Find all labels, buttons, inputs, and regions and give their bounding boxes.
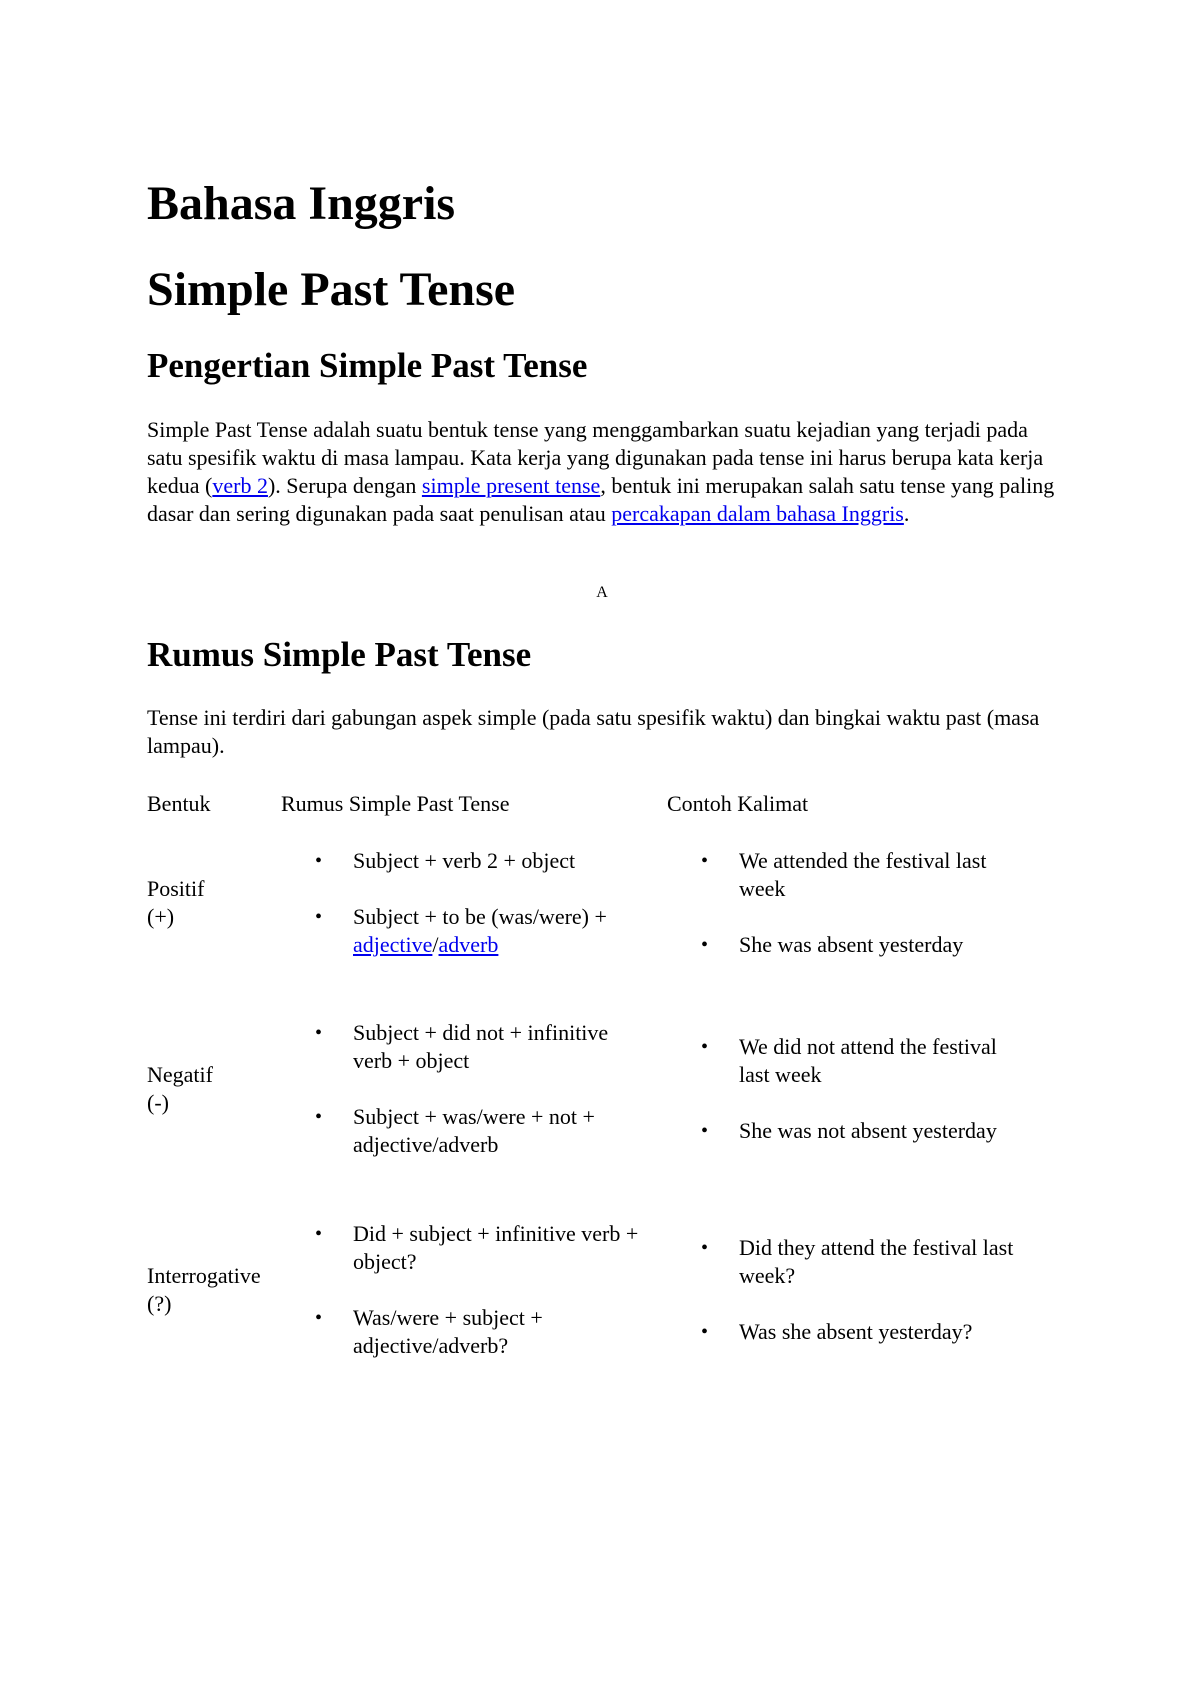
bullet-icon: • [701,1120,709,1142]
list-item: • Subject + to be (was/were) + adjective/… [313,903,643,959]
center-mark: A [596,584,608,601]
rumus-paragraph: Tense ini terdiri dari gabungan aspek si… [147,705,1040,758]
form-symbol: (-) [147,1090,169,1115]
form-name: Interrogative [147,1263,261,1288]
list-item: • Subject + was/were + not + adjective/ad… [313,1103,643,1159]
formula-list: • Subject + did not + infinitive verb + o… [313,1019,643,1159]
list-item: • Did they attend the festival last week? [699,1234,1029,1290]
form-symbol: (?) [147,1291,172,1316]
example-text: She was absent yesterday [739,932,964,957]
table-header-bentuk: Bentuk [147,791,211,816]
bullet-icon: • [315,1223,323,1245]
example-text: Was she absent yesterday? [739,1319,973,1344]
form-name: Negatif [147,1062,213,1087]
form-name: Positif [147,876,205,901]
form-label: Negatif (-) [147,1061,213,1117]
paragraph-text: . [903,501,910,526]
pengertian-paragraph: Simple Past Tense adalah suatu bentuk te… [147,416,1057,528]
list-item: • We did not attend the festival last wee… [699,1033,1029,1089]
formula-text: Was/were + subject + adjective/adverb? [353,1305,543,1358]
list-item: • She was not absent yesterday [699,1117,1029,1145]
formula-text: Did + subject + infinitive verb + object… [353,1221,639,1274]
example-text: We did not attend the festival last week [739,1034,997,1087]
formula-text: Subject + was/were + not + adjective/adv… [353,1104,595,1157]
form-symbol: (+) [147,904,175,929]
list-item: • Subject + verb 2 + object [313,847,643,875]
paragraph-text: ). Serupa dengan [267,473,422,498]
document-subtitle: Simple Past Tense [147,263,516,316]
form-label: Interrogative (?) [147,1262,261,1318]
table-header-rumus: Rumus Simple Past Tense [281,791,510,816]
link-adverb[interactable]: adverb [439,932,499,957]
bullet-icon: • [315,906,323,928]
example-text: She was not absent yesterday [739,1118,997,1143]
bullet-icon: • [701,934,709,956]
section-heading-pengertian: Pengertian Simple Past Tense [147,346,588,385]
bullet-icon: • [315,850,323,872]
formula-text: Subject + verb 2 + object [353,848,576,873]
table-header-contoh: Contoh Kalimat [667,791,809,816]
bullet-icon: • [701,1036,709,1058]
list-item: • She was absent yesterday [699,931,1029,959]
document-title: Bahasa Inggris [147,177,456,230]
example-list: • We did not attend the festival last wee… [699,1033,1029,1145]
bullet-icon: • [315,1022,323,1044]
section-heading-rumus: Rumus Simple Past Tense [147,635,532,674]
list-item: • Was she absent yesterday? [699,1318,1029,1346]
bullet-icon: • [701,1237,709,1259]
link-simple-present-tense[interactable]: simple present tense [422,473,600,498]
example-text: We attended the festival last week [739,848,987,901]
example-list: • We attended the festival last week • She… [699,847,1029,959]
list-item: • Did + subject + infinitive verb + objec… [313,1220,643,1276]
list-item: • We attended the festival last week [699,847,1029,903]
example-list: • Did they attend the festival last week?… [699,1234,1029,1346]
formula-list: • Subject + verb 2 + object • Subject + to… [313,847,643,959]
formula-text: Subject + did not + infinitive verb + ob… [353,1020,609,1073]
form-label: Positif (+) [147,875,204,931]
link-percakapan-bahasa-inggris[interactable]: percakapan dalam bahasa Inggris [611,501,904,526]
link-adjective[interactable]: adjective [353,932,432,957]
bullet-icon: • [315,1106,323,1128]
list-item: • Was/were + subject + adjective/adverb? [313,1304,643,1360]
bullet-icon: • [701,1321,709,1343]
example-text: Did they attend the festival last week? [739,1235,1014,1288]
formula-text: Subject + to be (was/were) + [353,904,607,929]
bullet-icon: • [701,850,709,872]
formula-list: • Did + subject + infinitive verb + objec… [313,1220,643,1360]
link-verb-2[interactable]: verb 2 [212,473,268,498]
bullet-icon: • [315,1307,323,1329]
list-item: • Subject + did not + infinitive verb + o… [313,1019,643,1075]
